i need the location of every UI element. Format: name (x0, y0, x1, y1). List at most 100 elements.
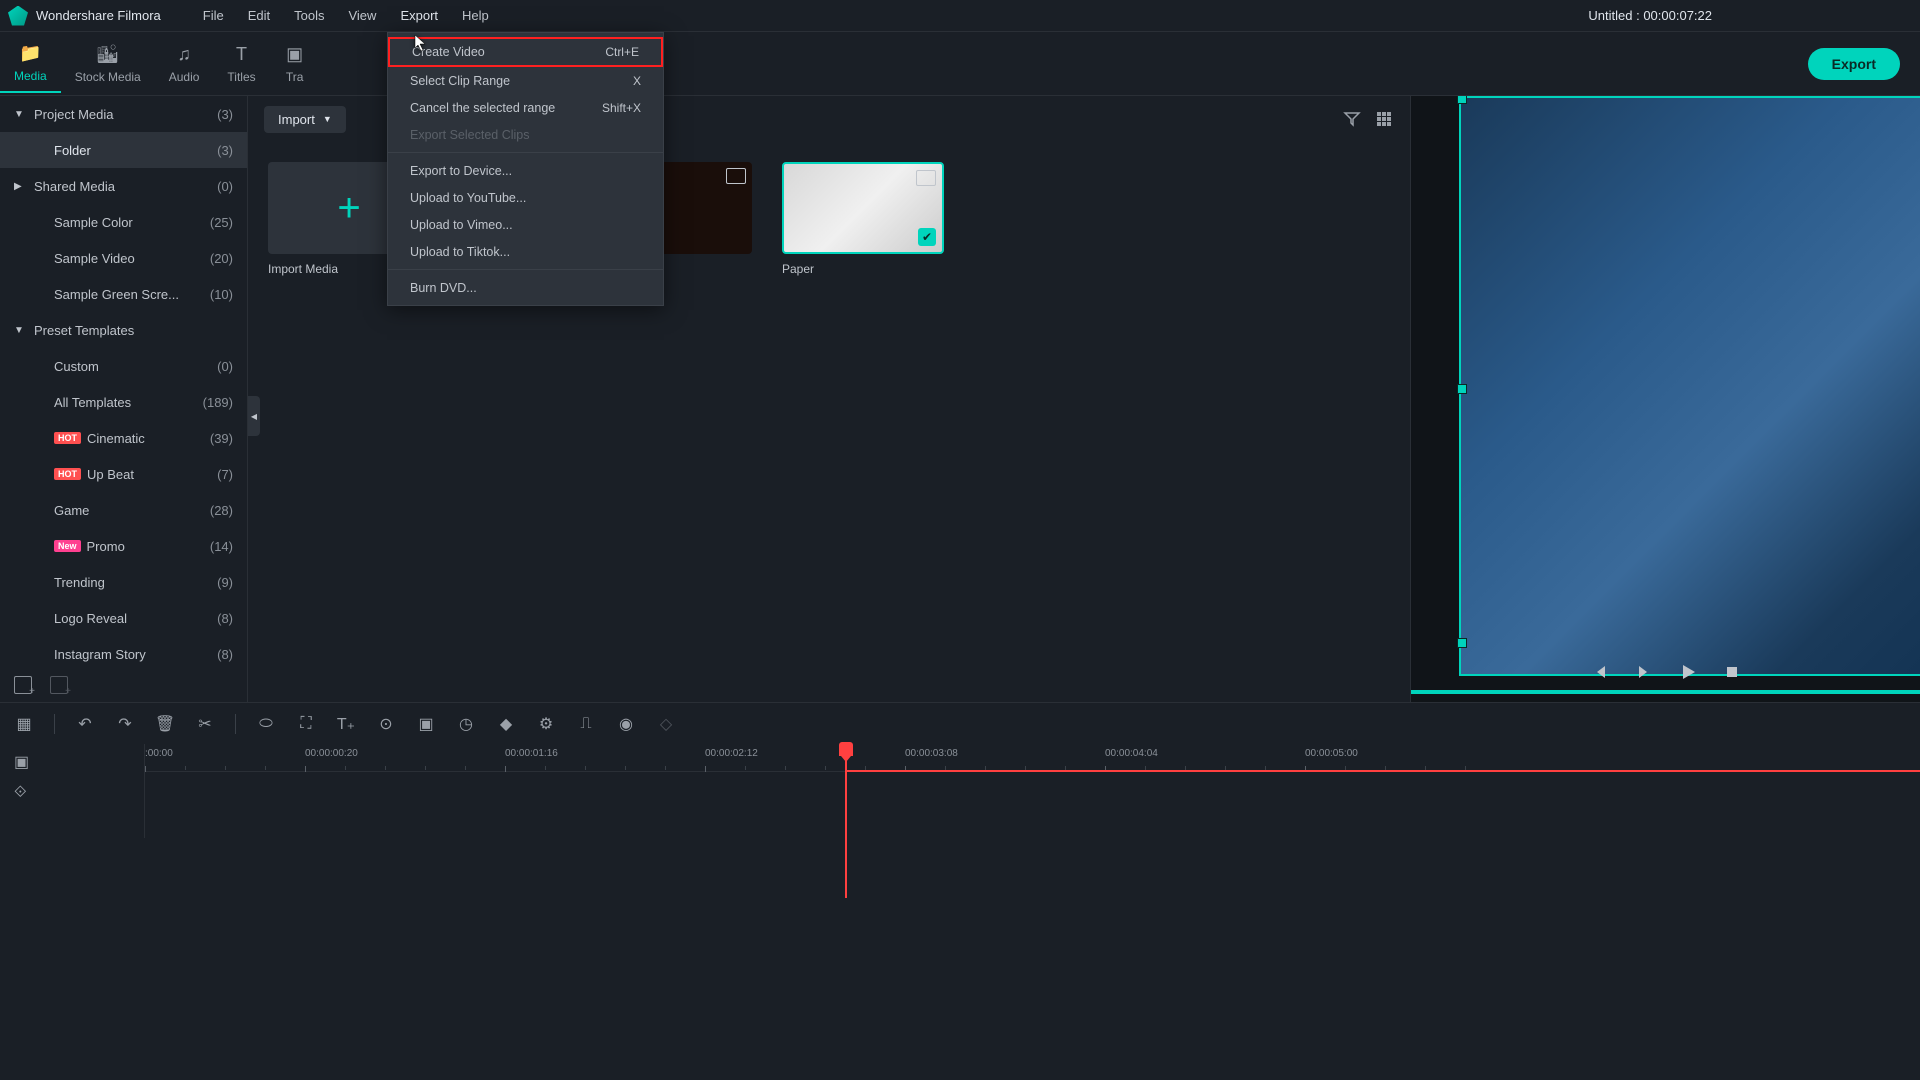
dropdown-item-label: Export to Device... (410, 164, 512, 178)
speed-icon[interactable]: ⊙ (376, 714, 396, 734)
sidebar-item-count: (7) (211, 467, 233, 482)
export-button[interactable]: Export (1808, 48, 1900, 80)
sidebar-item[interactable]: Sample Green Scre...(10) (0, 276, 247, 312)
track-layout-icon[interactable]: ▣ (14, 752, 32, 770)
sidebar-item-label: Folder (54, 143, 211, 158)
tab-audio[interactable]: ♫ Audio (155, 36, 214, 92)
delete-icon[interactable]: 🗑 (155, 714, 175, 734)
preview-canvas[interactable] (1459, 96, 1920, 676)
project-title: Untitled : 00:00:07:22 (1588, 8, 1912, 23)
menu-tools[interactable]: Tools (282, 0, 336, 32)
chevron-down-icon: ▼ (323, 114, 332, 124)
timeline-ruler[interactable]: :00:0000:00:00:2000:00:01:1600:00:02:120… (145, 744, 1920, 838)
prev-frame-icon[interactable] (1591, 663, 1609, 681)
freeze-icon[interactable]: ▣ (416, 714, 436, 734)
layout-icon[interactable]: ▦ (14, 714, 34, 734)
transitions-icon: ▣ (284, 44, 306, 66)
tag-icon[interactable]: ⬭ (256, 714, 276, 734)
next-frame-icon[interactable] (1635, 663, 1653, 681)
menu-edit[interactable]: Edit (236, 0, 282, 32)
undo-icon[interactable]: ↶ (75, 714, 95, 734)
menu-view[interactable]: View (336, 0, 388, 32)
dropdown-item-label: Export Selected Clips (410, 128, 530, 142)
sidebar-item-count: (3) (211, 143, 233, 158)
stop-icon[interactable] (1723, 663, 1741, 681)
sidebar-item[interactable]: Shared Media(0) (0, 168, 247, 204)
sidebar-item-label: Sample Color (54, 215, 204, 230)
media-clip-paper[interactable]: ✔ Paper (782, 162, 944, 276)
track-link-icon[interactable]: ⟐ (14, 784, 32, 802)
clip-badge-icon (726, 168, 746, 184)
sidebar-item[interactable]: Trending(9) (0, 564, 247, 600)
dropdown-item[interactable]: Upload to Vimeo... (388, 211, 663, 238)
new-bin-icon[interactable] (50, 676, 68, 694)
badge: HOT (54, 432, 81, 444)
play-controls (1411, 642, 1920, 702)
preview-pane (1410, 96, 1920, 702)
dropdown-item[interactable]: Cancel the selected rangeShift+X (388, 94, 663, 121)
sidebar-item[interactable]: HOTUp Beat(7) (0, 456, 247, 492)
sidebar-item-label: Promo (87, 539, 204, 554)
keyframe-icon[interactable]: ◇ (656, 714, 676, 734)
sidebar-item-label: Preset Templates (34, 323, 227, 338)
dropdown-item[interactable]: Upload to Tiktok... (388, 238, 663, 265)
sidebar-item[interactable]: All Templates(189) (0, 384, 247, 420)
ruler-tick: 00:00:02:12 (705, 748, 758, 759)
tab-media[interactable]: 📁 Media (0, 35, 61, 93)
new-folder-icon[interactable] (14, 676, 32, 694)
collapse-sidebar-handle[interactable]: ◀ (248, 396, 260, 436)
sidebar-item[interactable]: Instagram Story(8) (0, 636, 247, 672)
titles-icon: T (231, 44, 253, 66)
menu-file[interactable]: File (191, 0, 236, 32)
timeline-track-controls: ▣ ⟐ (0, 744, 145, 838)
sidebar-item[interactable]: HOTCinematic(39) (0, 420, 247, 456)
sidebar-item[interactable]: Logo Reveal(8) (0, 600, 247, 636)
badge: HOT (54, 468, 81, 480)
sidebar-item[interactable]: Sample Color(25) (0, 204, 247, 240)
sidebar-item[interactable]: Sample Video(20) (0, 240, 247, 276)
cut-icon[interactable]: ✂ (195, 714, 215, 734)
sidebar-item[interactable]: Preset Templates (0, 312, 247, 348)
dropdown-item[interactable]: Burn DVD... (388, 274, 663, 301)
tab-titles[interactable]: T Titles (213, 36, 269, 92)
resize-handle[interactable] (1457, 96, 1467, 104)
tab-transitions[interactable]: ▣ Tra (270, 36, 320, 92)
sidebar-item[interactable]: NewPromo(14) (0, 528, 247, 564)
dropdown-item-label: Upload to Vimeo... (410, 218, 513, 232)
import-button[interactable]: Import ▼ (264, 106, 346, 133)
audio-icon[interactable]: ⎍ (576, 714, 596, 734)
redo-icon[interactable]: ↷ (115, 714, 135, 734)
dropdown-item[interactable]: Select Clip RangeX (388, 67, 663, 94)
dropdown-item[interactable]: Upload to YouTube... (388, 184, 663, 211)
ruler-tick: 00:00:03:08 (905, 748, 958, 759)
grid-view-icon[interactable] (1374, 109, 1394, 129)
sidebar-item-label: Trending (54, 575, 211, 590)
ruler-tick: 00:00:00:20 (305, 748, 358, 759)
text-icon[interactable]: T₊ (336, 714, 356, 734)
filter-icon[interactable] (1342, 109, 1362, 129)
color-icon[interactable]: ◆ (496, 714, 516, 734)
playhead[interactable] (845, 744, 847, 898)
sidebar-item-label: Cinematic (87, 431, 204, 446)
sidebar-item[interactable]: Game(28) (0, 492, 247, 528)
tab-stock-media[interactable]: 🏙 Stock Media (61, 36, 155, 92)
stock-icon: 🏙 (97, 44, 119, 66)
play-icon[interactable] (1679, 663, 1697, 681)
ruler-tick: 00:00:05:00 (1305, 748, 1358, 759)
resize-handle[interactable] (1457, 384, 1467, 394)
effects-icon[interactable]: ◉ (616, 714, 636, 734)
duration-icon[interactable]: ◷ (456, 714, 476, 734)
menu-help[interactable]: Help (450, 0, 501, 32)
sidebar-item-count: (8) (211, 611, 233, 626)
main-area: Project Media(3)Folder(3)Shared Media(0)… (0, 96, 1920, 702)
ruler-tick: 00:00:04:04 (1105, 748, 1158, 759)
sidebar-item[interactable]: Custom(0) (0, 348, 247, 384)
menu-export[interactable]: Export (388, 0, 450, 32)
adjust-icon[interactable]: ⚙ (536, 714, 556, 734)
sidebar-item[interactable]: Folder(3) (0, 132, 247, 168)
sidebar-item-count: (25) (204, 215, 233, 230)
crop-icon[interactable]: ⛶ (296, 714, 316, 734)
dropdown-item[interactable]: Create VideoCtrl+E (388, 37, 663, 67)
sidebar-item[interactable]: Project Media(3) (0, 96, 247, 132)
dropdown-item[interactable]: Export to Device... (388, 157, 663, 184)
